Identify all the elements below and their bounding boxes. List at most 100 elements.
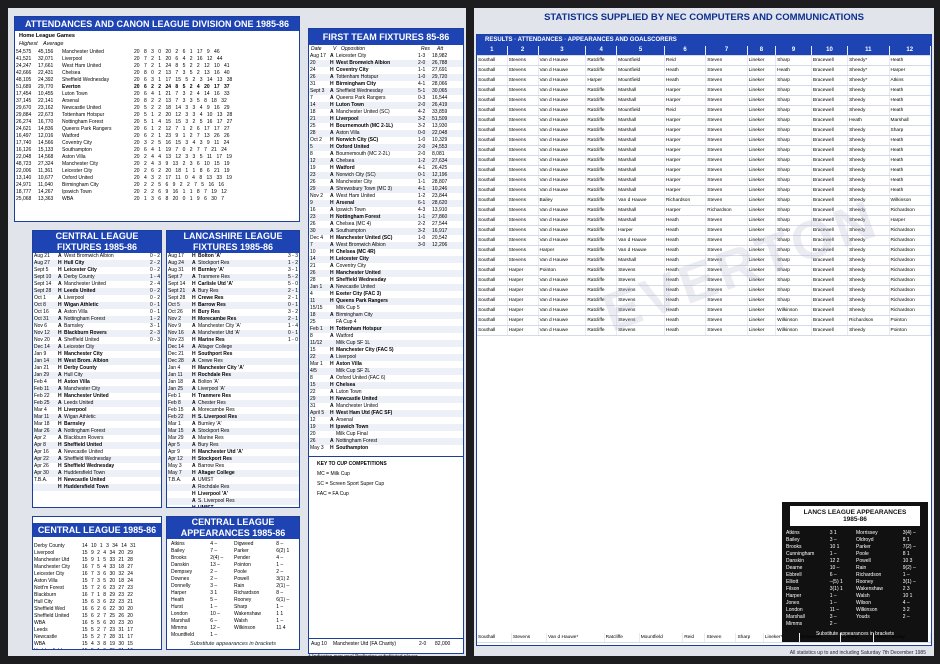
fixture-row: H UMIST [167,505,299,507]
fixture-attendance: 18,982 [432,53,448,59]
results-row: Southall Stevens Van d Hauwe Ratcliffe Marsh… [477,125,931,136]
team-stats: 20 8 3 0 20 2 6 1 17 9 46 [134,49,220,55]
results-col-number: 10 [811,46,849,56]
fixture-date: 22 [310,354,316,360]
player-cell: Bracewell [811,175,849,186]
player-apps: –(5) 1 [829,579,843,585]
player-cell: Southall [477,285,508,296]
fixture-date: 25 [310,319,316,325]
player-name [233,632,275,639]
fixture-date: Oct 2 [310,137,322,143]
player-cell: Van d Hauwe [538,55,587,66]
fixture-row: Sept 14 H Carlisle Utd 'A' 5 - 0 [167,281,299,288]
fixture-opponent: Newcastle United [64,449,103,455]
team-name: Arsenal [62,98,79,104]
player-cell: Richardson [889,225,931,236]
team-name: Manchester City [62,161,99,167]
fixture-row: Sept 28 H Leeds United 0 - 2 [33,288,161,295]
fixture-opponent: Newcastle United [336,284,375,290]
division-row: 37,145 22,141 Arsenal 20 8 2 2 13 7 3 3 5 8… [15,98,299,105]
player-name: Rooney [233,597,252,603]
fixture-date: 11 [310,298,316,304]
fixture-attendance: 16,544 [432,95,448,101]
fixture-date: Sept 14 [34,281,52,287]
appearance-row: Hurst 1 – Sharp 1 – [167,604,299,611]
team-name: Chelsea [62,70,81,76]
fixture-row: 30 A Southampton 3-2 16,917 [309,228,463,235]
player-apps [275,632,299,639]
fixture-date: 19 [310,165,316,171]
player-cell: Steven [705,55,748,66]
results-col-header: 1 2 3 4 5 6 7 8 9 10 11 12 [477,46,931,56]
player-name: Wilkinson [855,607,878,613]
fixture-score [281,372,299,379]
fixture-date: 30 [310,228,316,234]
fixture-attendance: 22,048 [432,130,448,136]
player-cell: Sheedy [847,325,890,336]
player-cell: Van d Hauwe [538,115,587,126]
fixture-score [281,400,299,407]
fixture-date: Aug 17 [310,53,326,59]
division-row: 22,006 11,361 Leicester City 20 2 6 2 20 18… [15,168,299,175]
fixture-opponent: Bournemouth (MC 2-1L) [336,123,393,129]
fixture-result [417,438,431,445]
fixture-opponent: Arsenal [336,417,353,423]
player-apps: 3 2 [902,607,910,613]
fixture-row: 4 H Exeter City (FAC 3) [309,291,463,298]
results-row: Southall Stevens Van d Hauwe Ratcliffe Marsh… [477,95,931,106]
player-cell: Ratcliffe [585,95,618,106]
player-apps [902,621,928,628]
fixture-row: 5 H Oxford United 2-0 24,553 [309,144,463,151]
team-name: Sheffield Wednesday [62,77,110,83]
fixture-opponent: Newcastle United [336,396,378,402]
fixture-opponent: Liverpool [64,295,85,301]
player-name: Sharp [233,604,248,610]
player-cell: Southall [477,195,508,206]
player-cell: Ratcliffe [585,195,618,206]
fixture-row: Apr 16 A Newcastle United [33,449,161,456]
fixture-row: 28 A Aston Villa 0-0 22,048 [309,130,463,137]
player-name: Harper [171,590,187,596]
fixture-attendance: 12,196 [432,172,448,178]
average-att: 24,392 [38,77,54,83]
fixture-date: 18 [310,312,316,318]
fixture-opponent: Watford [336,333,354,339]
player-cell: Heath [889,85,931,96]
player-cell: Sharp [775,125,812,136]
fixture-score: 2 - 4 [149,281,160,287]
fixture-opponent: Queens Park Rangers [336,95,386,101]
fixture-opponent: UMIST [198,477,214,483]
fixture-attendance: 28,066 [432,81,448,87]
player-cell: Ratcliffe [585,245,618,256]
player-cell: Lineker [747,125,777,136]
average-att: 17,661 [38,63,54,69]
fixture-score [281,386,299,393]
appearance-row: Harper 3 1 Richardson 8 – [167,590,299,597]
player-cell: Marshall [616,185,665,196]
fixture-attendance: 23,844 [432,193,448,199]
team-stats: 20 2 2 5 6 9 2 2 7 5 16 16 [134,182,224,188]
results-row: Southall Stevens Van d Hauwe Ratcliffe Marsh… [477,145,931,156]
results-row: Southall Stevens Van d Hauwe Harper Mountfie… [477,75,931,86]
league-row: Leicester City 16 7 3 6 30 32 24 [33,571,161,578]
player-cell: Harper [507,295,539,306]
player-cell: Pointon [538,265,587,276]
player-cell: Steven [705,75,748,86]
fixture-opponent: Coventry City [336,67,369,73]
player-cell: Lineker [747,145,777,156]
fixture-date: Dec 21 [168,351,184,357]
player-apps: 11 4 [276,625,286,631]
fixture-row: Apr 2 A Blackburn Rovers [33,435,161,442]
fixture-score: 5 - 0 [287,281,298,287]
fixture-opponent: Manchester City [64,351,103,357]
appearance-row: Marshall 6 – Walsh 1 – [167,618,299,625]
player-name: Rain [855,565,867,571]
fixture-row: Nov 12 H Blackburn Rovers 2 - 3 [33,330,161,337]
team-stats: 20 6 2 1 23 9 1 2 7 13 26 26 [134,133,230,139]
fixture-row: 7 A Queens Park Rangers 0-3 16,544 [309,95,463,102]
fixture-date: 26 [310,179,316,185]
fixture-score [281,463,299,470]
appearance-row: Atkins 4 – Digweed 8 – [167,541,299,548]
fixture-attendance: 12,206 [432,242,448,248]
team-stats: 20 2 2 6 9 16 1 1 8 7 19 12 [134,189,227,195]
